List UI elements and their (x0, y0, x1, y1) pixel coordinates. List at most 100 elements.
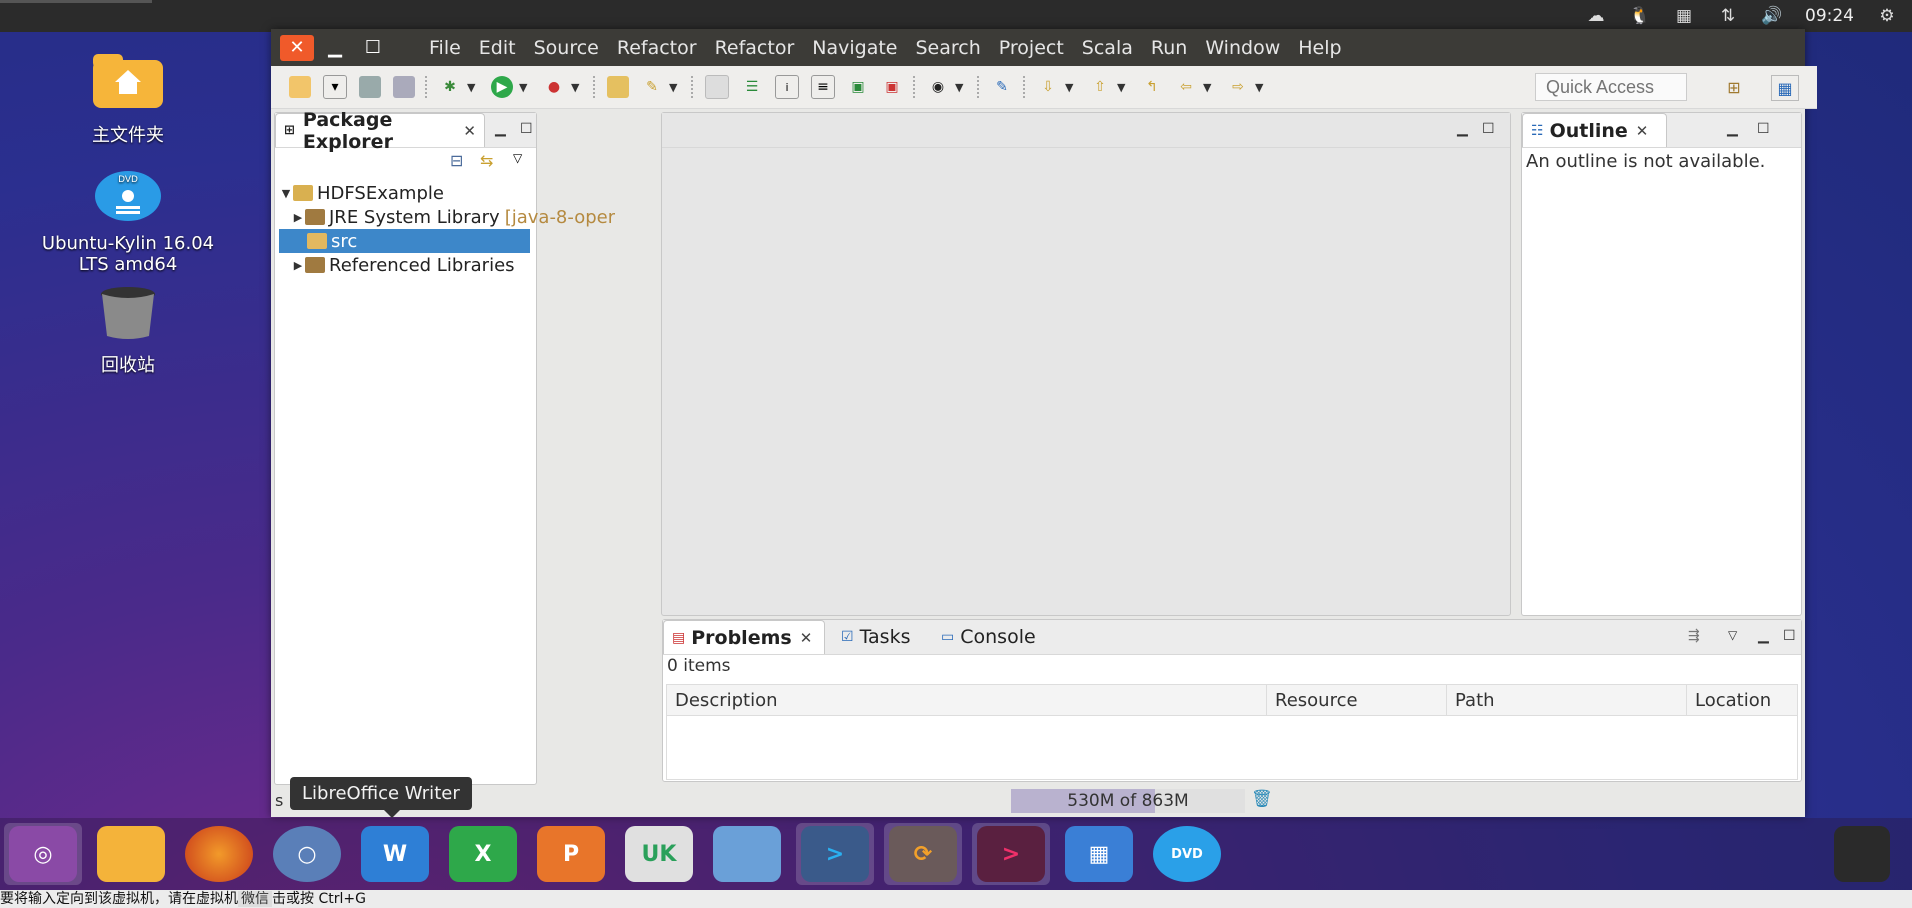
profile-icon[interactable]: ◉ (927, 76, 949, 98)
weather-icon[interactable]: ☁ (1585, 5, 1607, 27)
debug-icon[interactable]: ✱ (439, 76, 461, 98)
menu-edit[interactable]: Edit (470, 37, 525, 59)
toggle-mark-occurrences-icon[interactable] (705, 75, 729, 99)
minimize-icon[interactable]: ▁ (1727, 121, 1738, 137)
tree-item-referenced-libraries[interactable]: ▶ Referenced Libraries (291, 253, 515, 277)
close-tab-icon[interactable]: ✕ (800, 629, 813, 647)
dock-item-chromium[interactable]: ○ (268, 823, 346, 885)
open-task-dropdown-icon[interactable]: ▼ (669, 81, 681, 94)
tree-item-src[interactable]: src (279, 229, 530, 253)
minimize-icon[interactable]: ▁ (495, 121, 506, 137)
column-path[interactable]: Path (1447, 685, 1687, 715)
maximize-icon[interactable]: ☐ (1783, 628, 1796, 644)
profile-dropdown-icon[interactable]: ▼ (955, 81, 967, 94)
menu-search[interactable]: Search (907, 37, 990, 59)
maximize-icon[interactable]: ☐ (1482, 121, 1495, 137)
menu-source[interactable]: Source (525, 37, 608, 59)
open-type-icon[interactable] (607, 76, 629, 98)
next-annotation-icon[interactable]: ⇩ (1037, 76, 1059, 98)
desktop-icon-home[interactable]: 主文件夹 (28, 52, 228, 147)
menu-run[interactable]: Run (1142, 37, 1196, 59)
network-arrows-icon[interactable]: ⇅ (1717, 5, 1739, 27)
menu-navigate[interactable]: Navigate (803, 37, 906, 59)
dock-item-eclipse-2[interactable]: > (972, 823, 1050, 885)
dock-item-trash[interactable] (1832, 823, 1892, 885)
dock-item-disk[interactable] (708, 823, 786, 885)
menu-scala[interactable]: Scala (1073, 37, 1142, 59)
qq-penguin-icon[interactable]: 🐧 (1629, 5, 1651, 27)
dock-item-files[interactable] (92, 823, 170, 885)
volume-icon[interactable]: 🔊 (1761, 5, 1783, 27)
tab-outline[interactable]: ☷ Outline ✕ (1522, 113, 1667, 147)
settings-gear-icon[interactable]: ⚙ (1876, 5, 1898, 27)
dock-item-software-center[interactable]: UK (620, 823, 698, 885)
link-with-editor-icon[interactable]: ⇆ (480, 151, 493, 170)
close-window-button[interactable]: ✕ (280, 34, 314, 61)
toggle-block-selection-icon[interactable]: ☰ (741, 76, 763, 98)
collapsed-triangle-icon[interactable]: ▶ (291, 211, 305, 224)
dock-item-firefox[interactable] (180, 823, 258, 885)
tab-console[interactable]: ▭ Console (933, 620, 1044, 654)
back-dropdown-icon[interactable]: ▼ (1203, 81, 1215, 94)
close-tab-icon[interactable]: ✕ (1636, 122, 1649, 140)
menu-refactor[interactable]: Refactor (608, 37, 706, 59)
dock-item-writer[interactable]: W (356, 823, 434, 885)
dock-item-eclipse-1[interactable]: > (796, 823, 874, 885)
dock-item-dvd[interactable]: DVD (1148, 823, 1226, 885)
collapse-all-icon[interactable]: ⊟ (450, 151, 463, 170)
dock-item-start[interactable]: ◎ (4, 823, 82, 885)
maximize-window-button[interactable]: ☐ (356, 35, 390, 61)
run-dropdown-icon[interactable]: ▼ (519, 81, 531, 94)
open-perspective-icon[interactable]: ⊞ (1721, 75, 1747, 99)
save-icon[interactable] (359, 76, 381, 98)
column-resource[interactable]: Resource (1267, 685, 1447, 715)
scala-interpreter-icon[interactable]: ▣ (881, 76, 903, 98)
scala-perspective-icon[interactable]: ▦ (1771, 75, 1799, 101)
minimize-icon[interactable]: ▁ (1457, 121, 1468, 137)
debug-dropdown-icon[interactable]: ▼ (467, 81, 479, 94)
dock-item-sync[interactable]: ⟳ (884, 823, 962, 885)
dock-item-impress[interactable]: P (532, 823, 610, 885)
close-tab-icon[interactable]: ✕ (463, 122, 476, 140)
last-edit-location-icon[interactable]: ↰ (1141, 76, 1163, 98)
maximize-icon[interactable]: ☐ (1757, 121, 1770, 137)
menu-refactor-scala[interactable]: Refactor (706, 37, 804, 59)
editor-area[interactable]: ▁ ☐ (661, 112, 1511, 616)
view-menu-icon[interactable]: ▽ (513, 151, 522, 165)
show-whitespace-icon[interactable]: ≡ (811, 75, 835, 99)
garbage-collect-icon[interactable]: 🗑 (1251, 789, 1273, 809)
column-location[interactable]: Location (1687, 685, 1797, 715)
previous-annotation-dropdown-icon[interactable]: ▼ (1117, 81, 1129, 94)
calendar-icon[interactable]: ▦ (1673, 5, 1695, 27)
wechat-label[interactable]: 微信 (238, 891, 272, 907)
menu-window[interactable]: Window (1196, 37, 1289, 59)
menu-file[interactable]: File (420, 37, 470, 59)
pin-editor-icon[interactable]: ✎ (991, 76, 1013, 98)
maximize-icon[interactable]: ☐ (520, 121, 533, 137)
clock[interactable]: 09:24 (1805, 6, 1854, 26)
new-dropdown-icon[interactable]: ▾ (323, 75, 347, 99)
previous-annotation-icon[interactable]: ⇧ (1089, 76, 1111, 98)
forward-icon[interactable]: ⇨ (1227, 76, 1249, 98)
run-icon[interactable]: ▶ (491, 76, 513, 98)
filter-icon[interactable]: ⇶ (1688, 628, 1700, 644)
menu-project[interactable]: Project (990, 37, 1073, 59)
dock-item-calc[interactable]: X (444, 823, 522, 885)
menu-help[interactable]: Help (1289, 37, 1350, 59)
open-task-icon[interactable]: ✎ (641, 76, 663, 98)
new-icon[interactable] (289, 76, 311, 98)
heap-status[interactable]: 530M of 863M (1011, 789, 1245, 813)
next-annotation-dropdown-icon[interactable]: ▼ (1065, 81, 1077, 94)
tree-item-hdfsexample[interactable]: ▼ HDFSExample (279, 181, 444, 205)
save-all-icon[interactable] (393, 76, 415, 98)
forward-dropdown-icon[interactable]: ▼ (1255, 81, 1267, 94)
minimize-window-button[interactable]: ▁ (318, 35, 352, 61)
tab-tasks[interactable]: ☑ Tasks (833, 620, 918, 654)
external-tools-dropdown-icon[interactable]: ▼ (571, 81, 583, 94)
tab-package-explorer[interactable]: ⊞ Package Explorer ✕ (275, 109, 485, 153)
scala-worksheet-icon[interactable]: ▣ (847, 76, 869, 98)
javadoc-icon[interactable]: i (775, 75, 799, 99)
external-tools-icon[interactable]: ● (543, 76, 565, 98)
collapsed-triangle-icon[interactable]: ▶ (291, 259, 305, 272)
view-menu-icon[interactable]: ▽ (1728, 628, 1737, 642)
